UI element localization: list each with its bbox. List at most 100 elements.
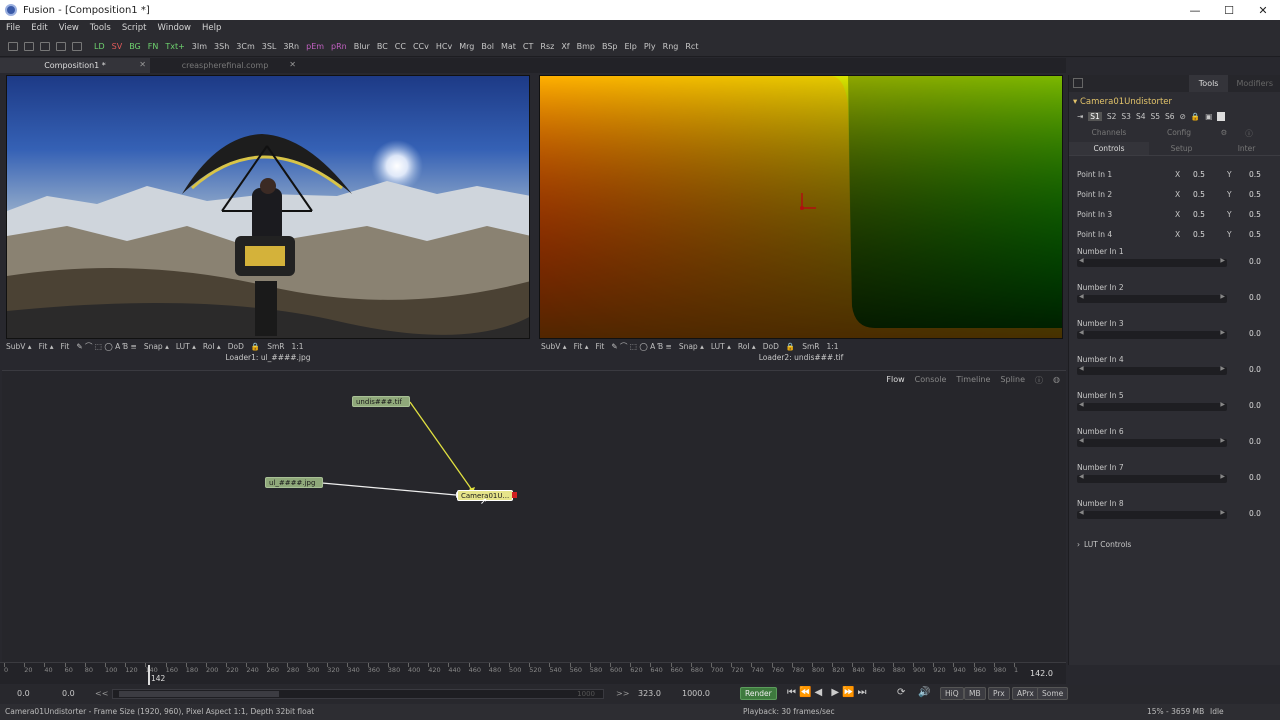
render-end-field[interactable]: 323.0 bbox=[638, 689, 661, 698]
menu-window[interactable]: Window bbox=[157, 23, 191, 33]
viewer-tools-icon[interactable]: ✎ ⌒ ⬚ ◯ A Ɓ ≡ bbox=[76, 341, 137, 352]
help-icon[interactable]: ⓘ bbox=[1239, 128, 1259, 139]
number-in-6-value[interactable]: 0.0 bbox=[1249, 437, 1261, 446]
tool-button-elp[interactable]: Elp bbox=[625, 42, 637, 51]
zoom-1to1-button[interactable]: 1:1 bbox=[826, 342, 838, 351]
expand-icon[interactable]: › bbox=[1077, 540, 1080, 549]
render-button[interactable]: Render bbox=[740, 687, 777, 700]
tool-button-bc[interactable]: BC bbox=[377, 42, 388, 51]
tool-header[interactable]: ▾ Camera01Undistorter bbox=[1073, 97, 1172, 107]
some-toggle[interactable]: Some bbox=[1037, 687, 1069, 700]
lut-dropdown[interactable]: LUT ▴ bbox=[176, 342, 196, 351]
tab-config[interactable]: Config bbox=[1149, 128, 1209, 139]
disable-icon[interactable]: ⊘ bbox=[1180, 112, 1186, 121]
tool-button-bmp[interactable]: Bmp bbox=[577, 42, 595, 51]
viewer-left[interactable] bbox=[6, 75, 530, 339]
number-in-4-value[interactable]: 0.0 bbox=[1249, 365, 1261, 374]
slot-s4[interactable]: S4 bbox=[1136, 112, 1146, 121]
tab-setup[interactable]: Setup bbox=[1149, 142, 1214, 155]
close-tab-icon[interactable]: ✕ bbox=[139, 60, 146, 69]
tool-button-ply[interactable]: Ply bbox=[644, 42, 656, 51]
slot-s3[interactable]: S3 bbox=[1121, 112, 1131, 121]
number-in-3-value[interactable]: 0.0 bbox=[1249, 329, 1261, 338]
y-value-field[interactable]: 0.5 bbox=[1249, 230, 1261, 239]
tab-channels[interactable]: Channels bbox=[1069, 128, 1149, 139]
tool-button-mrg[interactable]: Mrg bbox=[459, 42, 474, 51]
lock-icon[interactable]: 🔒 bbox=[1191, 112, 1200, 121]
number-in-3-slider[interactable]: ◀ ▶ bbox=[1077, 329, 1227, 339]
x-value-field[interactable]: 0.5 bbox=[1193, 210, 1227, 219]
smr-button[interactable]: SmR bbox=[802, 342, 819, 351]
tool-button-xf[interactable]: Xf bbox=[561, 42, 569, 51]
maximize-button[interactable]: ☐ bbox=[1212, 4, 1246, 17]
viewer-tools-icon[interactable]: ✎ ⌒ ⬚ ◯ A Ɓ ≡ bbox=[611, 341, 672, 352]
hiq-toggle[interactable]: HiQ bbox=[940, 687, 964, 700]
tool-button-ld[interactable]: LD bbox=[94, 42, 105, 51]
minimize-button[interactable]: — bbox=[1178, 4, 1212, 17]
tool-button-hcv[interactable]: HCv bbox=[436, 42, 452, 51]
playhead[interactable] bbox=[148, 665, 150, 685]
y-value-field[interactable]: 0.5 bbox=[1249, 170, 1261, 179]
range-slider[interactable]: 1000 bbox=[112, 689, 604, 699]
pin-icon[interactable]: ⇥ bbox=[1077, 112, 1083, 121]
slot-s1[interactable]: S1 bbox=[1088, 112, 1102, 121]
tool-button-cc[interactable]: CC bbox=[395, 42, 406, 51]
global-end-field[interactable]: 1000.0 bbox=[682, 689, 710, 698]
tool-button-3im[interactable]: 3Im bbox=[192, 42, 207, 51]
close-tab-icon[interactable]: ✕ bbox=[289, 60, 296, 69]
menu-file[interactable]: File bbox=[6, 23, 20, 33]
new-comp-icon[interactable] bbox=[8, 41, 18, 51]
node-ul-loader[interactable]: ul_####.jpg bbox=[265, 477, 323, 488]
aprx-toggle[interactable]: APrx bbox=[1012, 687, 1039, 700]
collapse-chevron-icon[interactable]: ▾ bbox=[1073, 97, 1077, 107]
zoom-1to1-button[interactable]: 1:1 bbox=[291, 342, 303, 351]
tool-button-ct[interactable]: CT bbox=[523, 42, 533, 51]
y-value-field[interactable]: 0.5 bbox=[1249, 210, 1261, 219]
range-forward-icon[interactable]: >> bbox=[616, 689, 629, 698]
dod-button[interactable]: DoD bbox=[228, 342, 244, 351]
subview-dropdown[interactable]: SubV ▴ bbox=[541, 342, 567, 351]
tool-button-3cm[interactable]: 3Cm bbox=[236, 42, 254, 51]
slot-s2[interactable]: S2 bbox=[1107, 112, 1117, 121]
roi-dropdown[interactable]: RoI ▴ bbox=[738, 342, 756, 351]
playback-controls[interactable]: ⏮⏪◀ ▶⏩⏭ bbox=[787, 687, 869, 698]
roi-dropdown[interactable]: RoI ▴ bbox=[203, 342, 221, 351]
lut-dropdown[interactable]: LUT ▴ bbox=[711, 342, 731, 351]
number-in-2-slider[interactable]: ◀ ▶ bbox=[1077, 293, 1227, 303]
number-in-4-slider[interactable]: ◀ ▶ bbox=[1077, 365, 1227, 375]
number-in-8-slider[interactable]: ◀ ▶ bbox=[1077, 509, 1227, 519]
x-value-field[interactable]: 0.5 bbox=[1193, 170, 1227, 179]
slot-s5[interactable]: S5 bbox=[1150, 112, 1160, 121]
x-value-field[interactable]: 0.5 bbox=[1193, 190, 1227, 199]
tool-button-3sh[interactable]: 3Sh bbox=[214, 42, 229, 51]
mb-toggle[interactable]: MB bbox=[964, 687, 986, 700]
smr-button[interactable]: SmR bbox=[267, 342, 284, 351]
tab-tools[interactable]: Tools bbox=[1188, 75, 1229, 92]
render-start-field[interactable]: 0.0 bbox=[62, 689, 75, 698]
save-as-icon[interactable] bbox=[56, 41, 66, 51]
snap-dropdown[interactable]: Snap ▴ bbox=[679, 342, 704, 351]
tab-controls[interactable]: Controls bbox=[1069, 142, 1149, 155]
node-undis-loader[interactable]: undis###.tif bbox=[352, 396, 410, 407]
tool-button-rng[interactable]: Rng bbox=[663, 42, 679, 51]
number-in-7-slider[interactable]: ◀ ▶ bbox=[1077, 473, 1227, 483]
number-in-2-value[interactable]: 0.0 bbox=[1249, 293, 1261, 302]
save-comp-icon[interactable] bbox=[40, 41, 50, 51]
number-in-6-slider[interactable]: ◀ ▶ bbox=[1077, 437, 1227, 447]
tool-button-txt[interactable]: Txt+ bbox=[165, 42, 184, 51]
settings-gear-icon[interactable]: ⚙ bbox=[1209, 128, 1239, 139]
slot-s6[interactable]: S6 bbox=[1165, 112, 1175, 121]
menu-script[interactable]: Script bbox=[122, 23, 147, 33]
tool-button-bsp[interactable]: BSp bbox=[602, 42, 618, 51]
number-in-5-slider[interactable]: ◀ ▶ bbox=[1077, 401, 1227, 411]
output-port-icon[interactable] bbox=[512, 492, 517, 498]
lock-icon[interactable]: 🔒 bbox=[251, 342, 260, 351]
menu-edit[interactable]: Edit bbox=[31, 23, 47, 33]
y-value-field[interactable]: 0.5 bbox=[1249, 190, 1261, 199]
audio-icon[interactable]: 🔊 bbox=[918, 687, 930, 698]
tool-button-bg[interactable]: BG bbox=[129, 42, 141, 51]
tool-button-3sl[interactable]: 3SL bbox=[262, 42, 277, 51]
number-in-1-value[interactable]: 0.0 bbox=[1249, 257, 1261, 266]
print-icon[interactable] bbox=[72, 41, 82, 51]
x-value-field[interactable]: 0.5 bbox=[1193, 230, 1227, 239]
